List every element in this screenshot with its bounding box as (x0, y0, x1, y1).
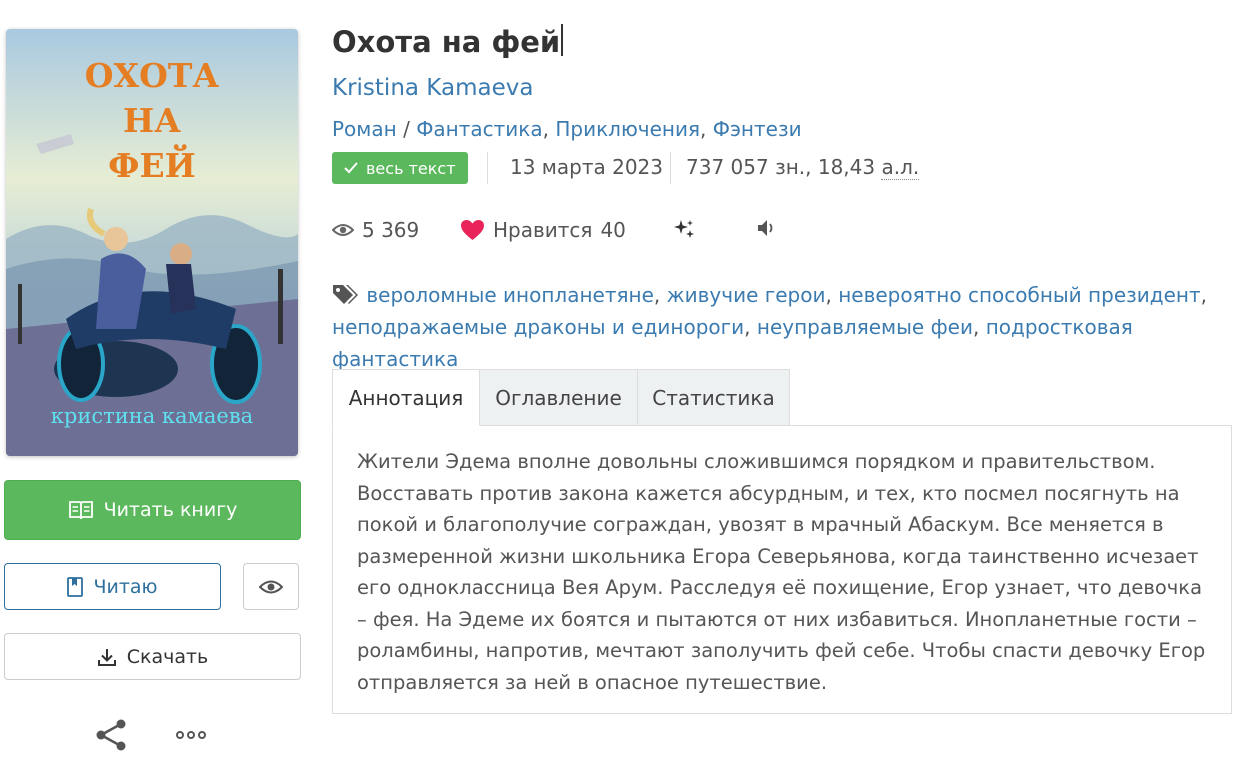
eye-icon (259, 580, 283, 593)
full-text-badge: весь текст (332, 152, 468, 184)
genre-link-fantastika[interactable]: Фантастика (416, 117, 542, 141)
cover-title-line3: ФЕЙ (108, 143, 196, 185)
more-options-button[interactable] (176, 727, 206, 747)
annotation-text: Жители Эдема вполне довольны сложившимся… (357, 450, 1206, 694)
sparkles-icon (674, 220, 694, 238)
views-count: 5 369 (362, 218, 420, 242)
download-button[interactable]: Скачать (4, 633, 301, 680)
genre-link-adventures[interactable]: Приключения (555, 117, 700, 141)
speaker-icon (758, 220, 773, 236)
book-title: Охота на фей (332, 24, 564, 59)
author-sheets-abbr: а.л. (881, 155, 920, 180)
tag-link[interactable]: неуправляемые феи (757, 315, 973, 339)
tag-link[interactable]: невероятно способный президент (838, 283, 1200, 307)
download-icon (97, 648, 116, 666)
book-cover[interactable]: ОХОТА НА ФЕЙ кристина камаева (6, 29, 298, 456)
book-open-icon (68, 501, 93, 520)
views-counter: 5 369 (332, 218, 419, 242)
audio-button[interactable] (756, 218, 778, 238)
cover-author: кристина камаева (51, 404, 253, 428)
genre-form-link[interactable]: Роман (332, 117, 397, 141)
ai-sparkle-button[interactable] (672, 218, 696, 242)
like-button[interactable]: Нравится 40 (460, 218, 626, 242)
cover-title-line2: НА (123, 101, 181, 140)
share-button[interactable] (94, 718, 128, 756)
read-book-label: Читать книгу (103, 499, 238, 521)
tab-contents[interactable]: Оглавление (479, 369, 638, 426)
divider (670, 152, 671, 184)
heart-icon (461, 220, 484, 240)
read-book-button[interactable]: Читать книгу (4, 480, 301, 540)
genre-separator: / (403, 117, 410, 141)
text-size: 737 057 зн., 18,43 а.л. (686, 155, 920, 180)
ellipsis-icon (176, 731, 206, 739)
like-label: Нравится (493, 218, 593, 242)
bookmark-book-icon (67, 576, 84, 597)
full-text-label: весь текст (366, 158, 456, 178)
watch-button[interactable] (243, 563, 299, 610)
tag-link[interactable]: вероломные инопланетяне (366, 283, 654, 307)
tags-icon (333, 285, 358, 304)
like-count: 40 (600, 218, 626, 242)
annotation-panel: Жители Эдема вполне довольны сложившимся… (332, 425, 1232, 714)
download-label: Скачать (126, 645, 209, 668)
genre-link-fantasy[interactable]: Фэнтези (713, 117, 802, 141)
tab-annotation[interactable]: Аннотация (332, 369, 480, 426)
divider (487, 152, 488, 184)
tags-list: вероломные инопланетяне, живучие герои, … (332, 283, 1207, 371)
check-icon (344, 162, 358, 174)
tab-statistics[interactable]: Статистика (637, 369, 790, 426)
text-caret (561, 24, 564, 56)
share-icon (96, 719, 126, 751)
tag-link[interactable]: живучие герои (667, 283, 826, 307)
cover-title-line1: ОХОТА (85, 56, 220, 95)
tag-link[interactable]: неподражаемые драконы и единороги (332, 315, 744, 339)
reading-status-button[interactable]: Читаю (4, 563, 221, 610)
eye-icon (332, 224, 354, 236)
author-link[interactable]: Kristina Kamaeva (332, 75, 533, 101)
reading-status-label: Читаю (93, 575, 158, 598)
genres-line: Роман / Фантастика, Приключения, Фэнтези (332, 117, 802, 141)
publish-date: 13 марта 2023 (510, 155, 664, 179)
book-title-text: Охота на фей (332, 25, 561, 59)
